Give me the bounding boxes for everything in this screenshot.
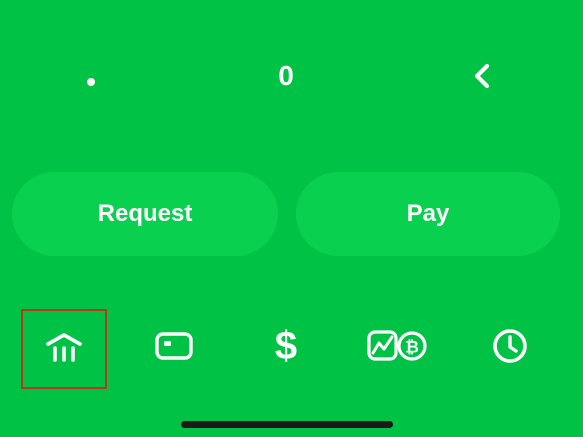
- svg-text:₿: ₿: [405, 338, 419, 358]
- dollar-icon: $: [274, 324, 298, 368]
- tab-payments[interactable]: $: [244, 308, 328, 384]
- tab-banking[interactable]: [21, 309, 107, 389]
- chevron-left-icon: [474, 63, 490, 89]
- keypad-row: • 0: [0, 40, 583, 112]
- request-button-label: Request: [97, 200, 193, 227]
- bottom-tab-bar: $ ₿: [0, 306, 583, 389]
- bank-icon: [46, 333, 82, 362]
- home-indicator: [181, 421, 393, 428]
- keypad-dot-label: •: [86, 66, 96, 97]
- tab-investing[interactable]: ₿: [356, 308, 440, 384]
- pay-button-label: Pay: [406, 200, 450, 227]
- card-icon: [155, 332, 193, 360]
- request-button[interactable]: Request: [12, 172, 278, 256]
- keypad-zero-key[interactable]: 0: [226, 40, 346, 112]
- tab-card[interactable]: [132, 308, 216, 384]
- clock-icon: [493, 329, 527, 363]
- tab-activity[interactable]: [468, 308, 552, 384]
- keypad-backspace-key[interactable]: [422, 40, 542, 112]
- pay-button[interactable]: Pay: [296, 172, 560, 256]
- keypad-dot-key[interactable]: •: [31, 40, 151, 112]
- keypad-zero-label: 0: [278, 60, 294, 91]
- investing-bitcoin-icon: ₿: [367, 330, 427, 361]
